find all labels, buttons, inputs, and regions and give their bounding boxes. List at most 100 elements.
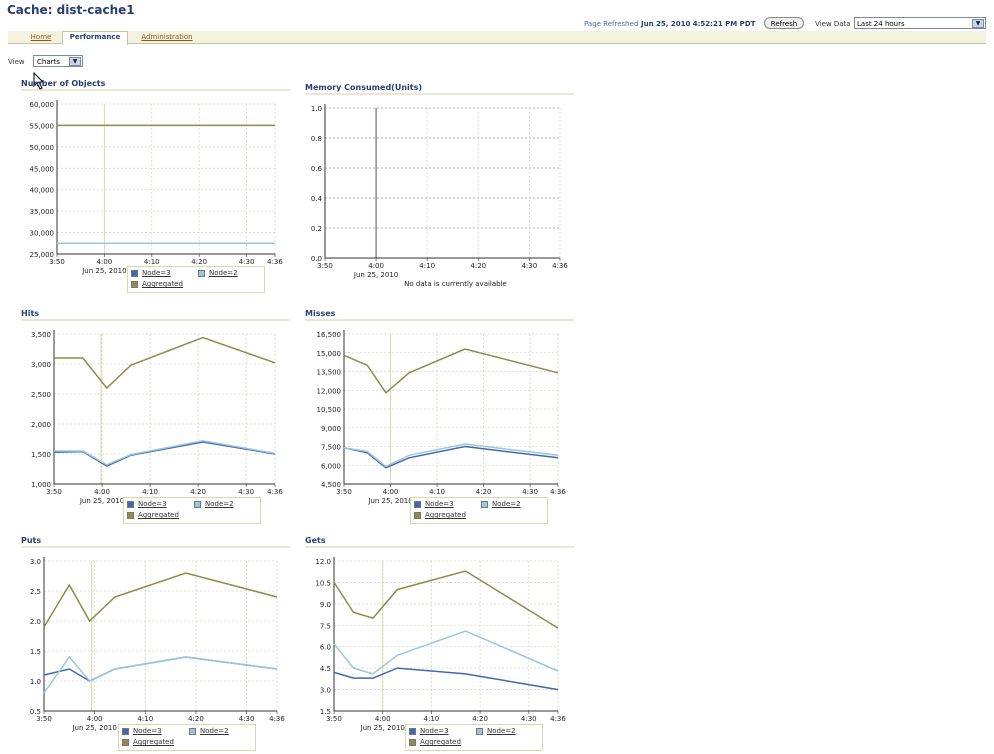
legend-item-aggregated[interactable]: Aggregated (409, 738, 461, 747)
x-date-label: Jun 25, 2010 (81, 267, 126, 275)
legend-label[interactable]: Node=3 (138, 500, 167, 508)
legend-swatch (131, 269, 138, 277)
x-tick-label: 3:50 (317, 262, 333, 270)
legend-label[interactable]: Aggregated (133, 738, 174, 746)
legend-label[interactable]: Node=2 (205, 500, 234, 508)
legend-item-node3[interactable]: Node=3 (414, 500, 454, 509)
legend-label[interactable]: Node=3 (425, 500, 454, 508)
y-tick-label: 0.4 (311, 195, 323, 203)
legend-label[interactable]: Node=3 (133, 727, 162, 735)
chart-panel: Hits3,5003,0002,5002,0001,5001,0003:50 4:… (21, 309, 290, 505)
x-date-label: Jun 25, 2010 (71, 724, 116, 732)
legend-item-aggregated[interactable]: Aggregated (131, 280, 183, 289)
x-tick-label: 4:00 (87, 715, 103, 723)
legend-item-aggregated[interactable]: Aggregated (414, 511, 466, 520)
legend-swatch (122, 738, 129, 746)
y-tick-label: 3,500 (31, 331, 51, 339)
series-line-aggregated (343, 348, 559, 394)
x-tick-label: 4:30 (521, 715, 537, 723)
legend-label[interactable]: Node=2 (200, 727, 229, 735)
y-tick-label: 1,500 (31, 451, 51, 459)
chart-panel: Memory Consumed(Units)1.00.80.60.40.20.0… (305, 83, 574, 288)
x-tick-label: 4:36 (550, 488, 566, 496)
series-line-node3 (333, 667, 559, 691)
legend-item-node2[interactable]: Node=2 (481, 500, 521, 509)
legend-item-node3[interactable]: Node=3 (131, 269, 171, 278)
y-tick-label: 7,500 (321, 444, 341, 452)
legend-item-node2[interactable]: Node=2 (198, 269, 238, 278)
legend-item-aggregated[interactable]: Aggregated (127, 511, 179, 520)
x-tick-label: 4:10 (424, 715, 440, 723)
x-tick-label: 4:10 (419, 262, 435, 270)
chart-panel: Gets12.010.59.07.56.04.53.01.53:50 4:00 4:… (305, 536, 574, 732)
series-line-aggregated (43, 572, 278, 628)
x-tick-label: 3:50 (336, 488, 352, 496)
x-tick-label: 4:10 (137, 715, 153, 723)
y-tick-label: 2.5 (30, 588, 41, 596)
y-tick-label: 0.6 (311, 165, 323, 173)
y-tick-label: 10.5 (315, 579, 331, 587)
x-tick-label: 4:10 (429, 488, 445, 496)
y-tick-label: 6,000 (321, 462, 341, 470)
legend-swatch (122, 727, 129, 735)
y-tick-label: 1.5 (30, 648, 41, 656)
y-tick-label: 3,000 (31, 361, 51, 369)
no-data-message: No data is currently available (404, 280, 507, 288)
y-tick-label: 3.0 (320, 687, 331, 695)
legend-swatch (476, 727, 483, 735)
x-tick-label: 4:30 (521, 262, 537, 270)
x-tick-label: 4:10 (144, 258, 160, 266)
legend-label[interactable]: Node=2 (487, 727, 516, 735)
legend-item-node3[interactable]: Node=3 (127, 500, 167, 509)
legend-label[interactable]: Node=3 (420, 727, 449, 735)
legend-label[interactable]: Aggregated (138, 511, 179, 519)
y-tick-label: 0.8 (311, 135, 322, 143)
chart-title: Puts (21, 536, 41, 545)
x-date-label: Jun 25, 2010 (360, 724, 405, 732)
y-tick-label: 55,000 (30, 122, 55, 130)
series-line-node2 (54, 440, 276, 466)
x-date-label: Jun 25, 2010 (367, 497, 412, 505)
chart-legend: Node=3 Node=2 Aggregated (410, 497, 548, 524)
legend-item-node2[interactable]: Node=2 (476, 727, 516, 736)
legend-label[interactable]: Node=2 (492, 500, 521, 508)
y-tick-label: 15,000 (317, 350, 342, 358)
x-tick-label: 3:50 (46, 488, 62, 496)
legend-label[interactable]: Aggregated (142, 280, 183, 288)
y-tick-label: 40,000 (30, 187, 55, 195)
x-tick-label: 4:00 (368, 262, 384, 270)
y-tick-label: 16,500 (317, 331, 342, 339)
x-tick-label: 4:20 (470, 262, 486, 270)
x-tick-label: 4:00 (383, 488, 399, 496)
chart-title: Hits (21, 309, 39, 318)
y-tick-label: 12.0 (315, 558, 331, 566)
legend-item-node2[interactable]: Node=2 (189, 727, 229, 736)
y-tick-label: 6.0 (320, 644, 331, 652)
x-tick-label: 4:00 (94, 488, 110, 496)
x-tick-label: 4:20 (476, 488, 492, 496)
legend-swatch (194, 500, 201, 508)
x-tick-label: 4:00 (97, 258, 113, 266)
legend-item-aggregated[interactable]: Aggregated (122, 738, 174, 747)
legend-item-node3[interactable]: Node=3 (122, 727, 162, 736)
y-tick-label: 30,000 (30, 230, 55, 238)
y-tick-label: 4.5 (320, 665, 331, 673)
x-tick-label: 4:20 (472, 715, 488, 723)
legend-item-node2[interactable]: Node=2 (194, 500, 234, 509)
x-tick-label: 4:30 (239, 715, 255, 723)
y-tick-label: 7.5 (320, 622, 331, 630)
x-tick-label: 4:20 (188, 715, 204, 723)
legend-item-node3[interactable]: Node=3 (409, 727, 449, 736)
x-tick-label: 4:36 (269, 715, 285, 723)
x-tick-label: 4:30 (238, 488, 254, 496)
legend-label[interactable]: Aggregated (420, 738, 461, 746)
x-tick-label: 4:36 (552, 262, 568, 270)
y-tick-label: 0.2 (311, 225, 322, 233)
y-tick-label: 1.0 (311, 105, 322, 113)
legend-swatch (127, 511, 134, 519)
x-tick-label: 3:50 (49, 258, 65, 266)
chart-legend: Node=3 Node=2 Aggregated (123, 497, 261, 524)
legend-label[interactable]: Node=3 (142, 269, 171, 277)
legend-label[interactable]: Aggregated (425, 511, 466, 519)
legend-label[interactable]: Node=2 (209, 269, 238, 277)
